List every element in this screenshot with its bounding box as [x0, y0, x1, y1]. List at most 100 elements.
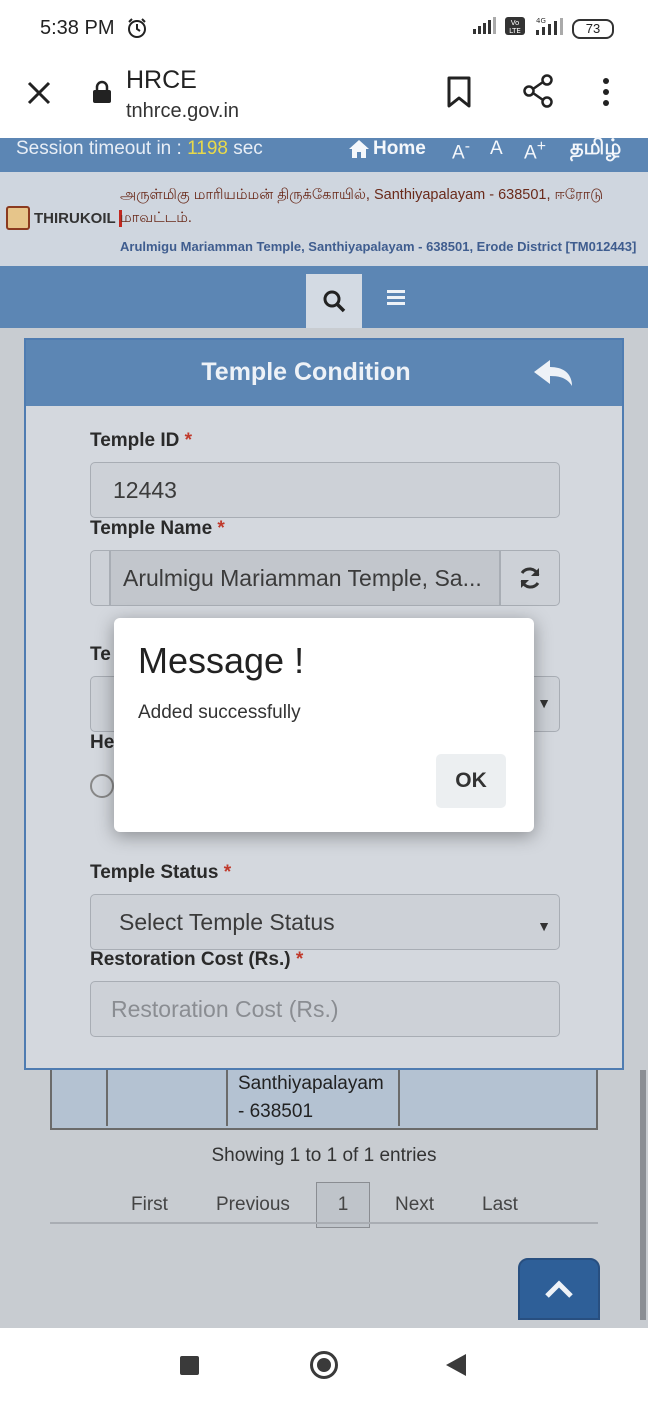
font-decrease-button[interactable]: A- — [452, 138, 470, 164]
first-page-link[interactable]: First — [131, 1194, 168, 1216]
recent-apps-icon[interactable] — [180, 1356, 199, 1375]
heritage-radio[interactable] — [90, 774, 114, 798]
back-triangle-icon[interactable] — [446, 1354, 466, 1376]
required-mark: * — [217, 518, 225, 539]
session-label: Session timeout in : — [16, 138, 188, 159]
font-decrease-label: A — [452, 142, 465, 164]
logo-text: THIRUKOIL — [34, 209, 122, 227]
previous-page-link[interactable]: Previous — [216, 1194, 290, 1216]
dialog-title: Message ! — [138, 640, 305, 681]
restoration-cost-field[interactable]: Restoration Cost (Rs.) — [90, 981, 560, 1037]
scrollbar[interactable] — [640, 1070, 646, 1320]
scroll-to-top-button[interactable] — [518, 1258, 600, 1320]
network-4g-icon: 4G — [534, 16, 564, 41]
pagination-divider — [50, 1222, 598, 1224]
home-icon — [349, 140, 369, 158]
browser-toolbar: HRCE tnhrce.gov.in — [0, 58, 648, 138]
font-increase-label: A — [524, 142, 537, 164]
temple-status-label: Temple Status * — [90, 862, 231, 884]
home-link[interactable]: Home — [348, 138, 426, 160]
temple-name-group: Arulmigu Mariamman Temple, Sa... — [90, 550, 560, 606]
temple-status-select[interactable]: Select Temple Status ▼ — [90, 894, 560, 950]
table-cell-divider — [226, 1070, 228, 1126]
font-normal-button[interactable]: A — [490, 138, 503, 160]
session-seconds: 1198 — [187, 138, 228, 159]
refresh-button[interactable] — [500, 550, 560, 606]
required-mark: * — [223, 862, 232, 883]
table-cell-divider — [106, 1070, 108, 1126]
svg-text:4G: 4G — [536, 17, 546, 25]
menu-button[interactable] — [384, 288, 408, 311]
status-indicators: Vo LTE 4G 73 — [472, 16, 614, 41]
session-strip: Session timeout in : 1198 sec Home A- A … — [0, 136, 648, 172]
system-navigation-bar — [0, 1328, 648, 1404]
ok-button[interactable]: OK — [436, 754, 506, 808]
table-cell-line: Santhiyapalayam — [238, 1073, 384, 1094]
restoration-cost-label: Restoration Cost (Rs.) * — [90, 949, 303, 971]
svg-text:LTE: LTE — [509, 27, 521, 35]
required-mark: * — [184, 430, 193, 451]
status-time: 5:38 PM — [40, 17, 115, 39]
signal-icon — [472, 17, 496, 40]
temple-name-tamil: அருள்மிகு மாரியம்மன் திருக்கோயில், Santh… — [120, 187, 604, 226]
more-options-icon[interactable] — [600, 76, 612, 113]
table-cell-divider — [398, 1070, 400, 1126]
home-circle-icon[interactable] — [310, 1351, 338, 1379]
close-icon[interactable] — [24, 78, 54, 113]
share-icon[interactable] — [522, 74, 554, 113]
svg-text:Vo: Vo — [511, 19, 520, 27]
temple-name-label-text: Temple Name — [90, 518, 213, 539]
refresh-icon — [520, 567, 540, 589]
heritage-label: He — [90, 732, 115, 753]
last-page-link[interactable]: Last — [482, 1194, 518, 1216]
entries-info: Showing 1 to 1 of 1 entries — [211, 1145, 437, 1166]
nav-bar — [0, 266, 648, 328]
temple-id-label: Temple ID * — [90, 430, 192, 452]
temple-status-value: Select Temple Status — [119, 909, 335, 935]
caret-down-icon: ▼ — [537, 695, 551, 711]
restoration-cost-label-text: Restoration Cost (Rs.) — [90, 949, 291, 970]
back-arrow-icon[interactable] — [532, 358, 574, 393]
thirukoil-logo[interactable]: THIRUKOIL — [6, 206, 122, 230]
volte-icon: Vo LTE — [504, 16, 526, 41]
temple-id-label-text: Temple ID — [90, 430, 180, 451]
hamburger-icon — [387, 290, 405, 305]
font-increase-sup: + — [536, 138, 546, 155]
temple-header: THIRUKOIL அருள்மிகு மாரியம்மன் திருக்கோய… — [0, 172, 648, 266]
alarm-icon — [126, 17, 148, 44]
table-cell-address: Santhiyapalayam - 638501 — [238, 1070, 384, 1126]
message-dialog: Message ! Added successfully OK — [114, 618, 534, 832]
lock-icon — [92, 80, 112, 109]
session-timeout: Session timeout in : 1198 sec — [16, 138, 263, 160]
search-button[interactable] — [306, 274, 362, 328]
language-toggle[interactable]: தமிழ் — [570, 136, 621, 162]
temple-id-field[interactable]: 12443 — [90, 462, 560, 518]
temple-type-label: Te — [90, 644, 111, 665]
temple-emblem-icon — [6, 206, 30, 230]
bookmark-icon[interactable] — [446, 76, 472, 113]
temple-name-label: Temple Name * — [90, 518, 225, 540]
pagination: First Previous 1 Next Last — [50, 1182, 598, 1228]
panel-header: Temple Condition — [26, 340, 622, 406]
session-unit: sec — [227, 138, 263, 159]
battery-icon: 73 — [572, 18, 614, 39]
home-label: Home — [373, 138, 426, 159]
required-mark: * — [295, 949, 304, 970]
temple-name-field[interactable]: Arulmigu Mariamman Temple, Sa... — [110, 550, 500, 606]
font-increase-button[interactable]: A+ — [524, 138, 546, 164]
font-decrease-sup: - — [464, 138, 470, 155]
temple-status-label-text: Temple Status — [90, 862, 219, 883]
panel-title: Temple Condition — [201, 358, 411, 386]
temple-name-addon — [90, 550, 110, 606]
chevron-up-icon — [545, 1280, 573, 1298]
temple-name-english: Arulmigu Mariamman Temple, Santhiyapalay… — [120, 239, 637, 254]
next-page-link[interactable]: Next — [395, 1194, 434, 1216]
page-title: HRCE — [126, 66, 197, 94]
search-icon — [323, 290, 346, 313]
dialog-message: Added successfully — [138, 702, 301, 723]
url-text[interactable]: tnhrce.gov.in — [126, 100, 239, 123]
caret-down-icon: ▼ — [537, 918, 551, 934]
table-cell-line: - 638501 — [238, 1101, 314, 1122]
temple-table: Santhiyapalayam - 638501 — [50, 1070, 598, 1130]
status-bar: 5:38 PM Vo LTE 4G 73 — [0, 0, 648, 58]
